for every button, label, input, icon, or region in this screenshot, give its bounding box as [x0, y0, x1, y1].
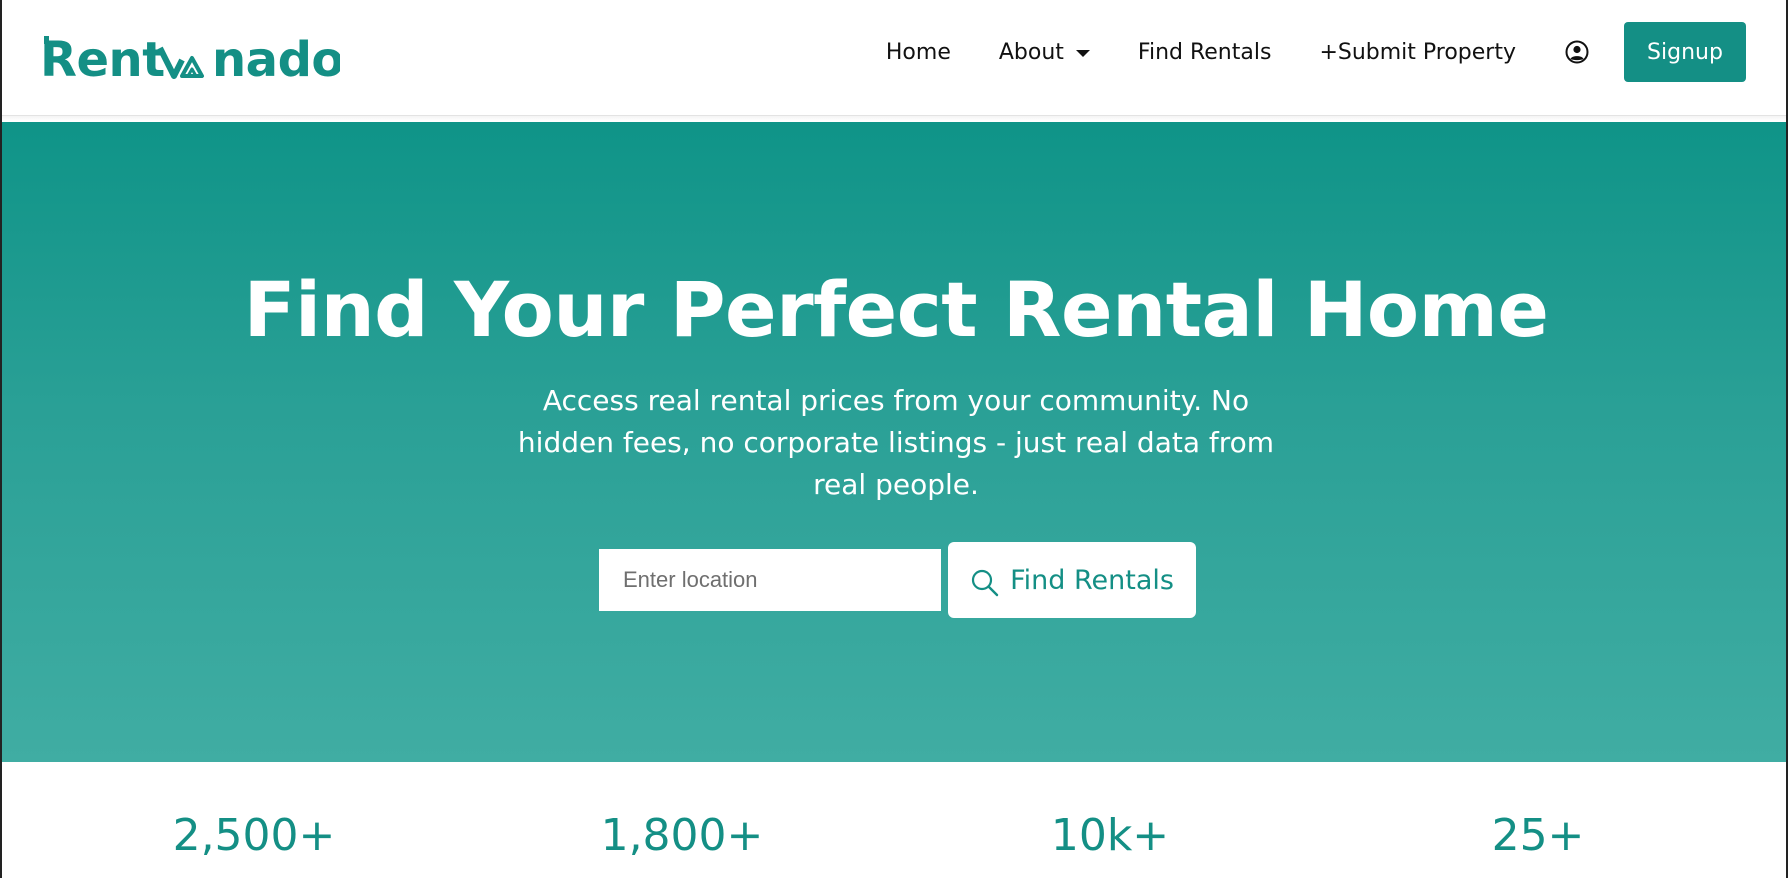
nav-home-link[interactable]: Home — [886, 40, 951, 65]
stat-value: 2,500+ — [172, 810, 336, 861]
caret-down-icon — [1075, 50, 1090, 57]
hero-section: Find Your Perfect Rental Home Access rea… — [2, 122, 1786, 762]
page: Rent nado Home About Find Rentals +Submi… — [0, 0, 1788, 878]
nav-about-dropdown[interactable]: About — [999, 40, 1090, 65]
find-rentals-button-label: Find Rentals — [1010, 564, 1174, 596]
nav-find-rentals-link[interactable]: Find Rentals — [1138, 40, 1272, 65]
stat-value: 10k+ — [1050, 810, 1170, 861]
nav-submit-property-link[interactable]: +Submit Property — [1319, 40, 1516, 65]
stat-value: 1,800+ — [600, 810, 764, 861]
svg-text:Rent: Rent — [40, 32, 165, 86]
search-icon — [971, 569, 999, 597]
location-search-input[interactable] — [599, 549, 941, 611]
find-rentals-button[interactable]: Find Rentals — [948, 542, 1196, 618]
hero-subtitle: Access real rental prices from your comm… — [517, 384, 1275, 501]
user-circle-icon[interactable] — [1564, 39, 1590, 65]
stats-section: 2,500+ 1,800+ 10k+ 25+ — [2, 762, 1786, 878]
rentvanado-logo-icon: Rent nado — [40, 32, 340, 86]
signup-button[interactable]: Signup — [1624, 22, 1746, 82]
nav-about-label: About — [998, 39, 1064, 65]
svg-text:nado: nado — [212, 32, 340, 86]
stat-value: 25+ — [1491, 810, 1585, 861]
location-search: Find Rentals — [599, 542, 1196, 618]
hero-title: Find Your Perfect Rental Home — [243, 265, 1549, 354]
brand-logo[interactable]: Rent nado — [40, 30, 340, 86]
site-header: Rent nado Home About Find Rentals +Submi… — [2, 0, 1786, 121]
main-nav: Home About Find Rentals +Submit Property… — [886, 22, 1746, 82]
